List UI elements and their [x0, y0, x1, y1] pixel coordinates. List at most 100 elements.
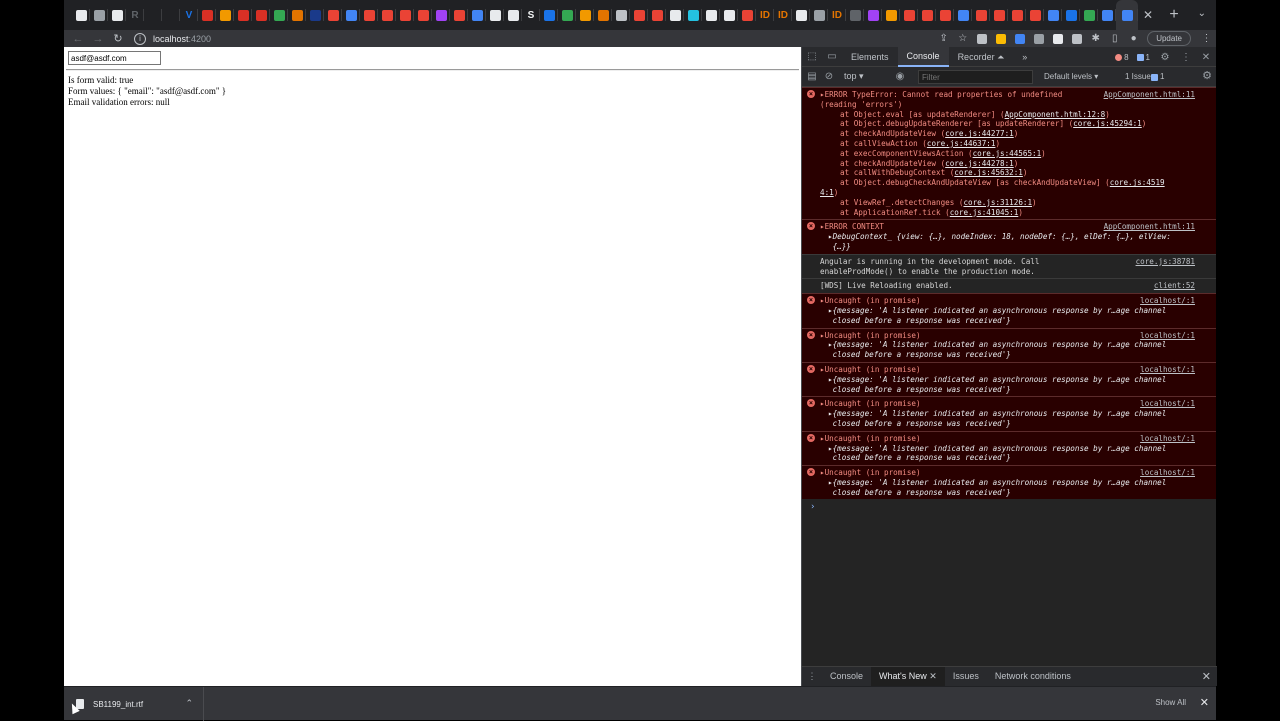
stack-frame-link[interactable]: core.js:45294:1	[1073, 119, 1142, 128]
object-preview[interactable]: closed before a response was received'}	[820, 385, 1198, 395]
browser-tab[interactable]	[504, 0, 522, 30]
new-tab-button[interactable]: +	[1164, 6, 1184, 24]
object-preview[interactable]: ▸DebugContext_ {view: {…}, nodeIndex: 18…	[820, 232, 1198, 242]
object-preview[interactable]: ▸{message: 'A listener indicated an asyn…	[820, 306, 1198, 316]
back-button[interactable]: ←	[68, 33, 88, 45]
extension-icon[interactable]	[972, 30, 991, 47]
browser-tab[interactable]	[360, 0, 378, 30]
object-preview[interactable]: ▸{message: 'A listener indicated an asyn…	[820, 478, 1198, 488]
issue-count-badge[interactable]: 1	[1136, 53, 1150, 62]
drawer-tab-console[interactable]: Console	[822, 667, 871, 686]
browser-tab[interactable]	[594, 0, 612, 30]
tab-elements[interactable]: Elements	[842, 47, 898, 67]
browser-tab[interactable]	[972, 0, 990, 30]
browser-tab[interactable]	[558, 0, 576, 30]
stack-frame-link[interactable]: core.js:44565:1	[973, 149, 1042, 158]
browser-tab[interactable]	[468, 0, 486, 30]
profile-icon[interactable]: ●	[1124, 30, 1143, 47]
browser-tab[interactable]	[108, 0, 126, 30]
browser-tab[interactable]	[702, 0, 720, 30]
browser-tab[interactable]	[1044, 0, 1062, 30]
message-source-link[interactable]: localhost/:1	[1140, 468, 1195, 478]
message-source-link[interactable]: AppComponent.html:11	[1104, 222, 1195, 232]
stack-frame-link[interactable]: core.js:44278:1	[945, 159, 1014, 168]
device-toggle-icon[interactable]: ▭	[822, 51, 842, 62]
message-source-link[interactable]: localhost/:1	[1140, 434, 1195, 444]
close-shelf-icon[interactable]: ✕	[1200, 696, 1209, 709]
object-preview[interactable]: {…}}	[820, 242, 1198, 252]
drawer-tab-issues[interactable]: Issues	[945, 667, 987, 686]
devtools-menu-icon[interactable]: ⋮	[1180, 52, 1192, 63]
reload-button[interactable]: ↻	[108, 32, 128, 45]
browser-tab[interactable]	[630, 0, 648, 30]
close-drawer-icon[interactable]: ✕	[1202, 670, 1211, 683]
browser-tab[interactable]	[1098, 0, 1116, 30]
chevron-up-icon[interactable]: ⌃	[185, 698, 193, 709]
message-source-link[interactable]: localhost/:1	[1140, 365, 1195, 375]
browser-tab[interactable]	[288, 0, 306, 30]
browser-tab[interactable]	[864, 0, 882, 30]
close-tab-icon[interactable]: ✕	[1140, 8, 1156, 22]
object-preview[interactable]: ▸{message: 'A listener indicated an asyn…	[820, 340, 1198, 350]
browser-tab[interactable]	[900, 0, 918, 30]
object-preview[interactable]: ▸{message: 'A listener indicated an asyn…	[820, 375, 1198, 385]
show-all-button[interactable]: Show All	[1155, 698, 1186, 707]
browser-tab[interactable]	[342, 0, 360, 30]
browser-tab[interactable]	[990, 0, 1008, 30]
browser-tab[interactable]: ID	[774, 0, 792, 30]
message-source-link[interactable]: core.js:38781	[1136, 257, 1195, 267]
stack-frame-link[interactable]: core.js:44637:1	[927, 139, 996, 148]
object-preview[interactable]: closed before a response was received'}	[820, 350, 1198, 360]
download-item[interactable]: SB1199_int.rtf ⌃	[64, 687, 204, 721]
extension-icon[interactable]	[1029, 30, 1048, 47]
browser-tab[interactable]	[738, 0, 756, 30]
stack-frame-link[interactable]: core.js:4519	[1110, 178, 1165, 187]
address-bar[interactable]: i localhost:4200	[134, 30, 964, 47]
email-field[interactable]	[68, 51, 161, 65]
tab-recorder[interactable]: Recorder ⏶	[949, 47, 1014, 67]
console-settings-gear-icon[interactable]: ⚙	[1202, 69, 1212, 82]
drawer-tab-network-conditions[interactable]: Network conditions	[987, 667, 1079, 686]
object-preview[interactable]: ▸{message: 'A listener indicated an asyn…	[820, 409, 1198, 419]
issues-badge[interactable]: 1	[1151, 70, 1164, 84]
context-selector[interactable]: top ▾	[844, 71, 864, 82]
browser-tab[interactable]	[954, 0, 972, 30]
browser-tab[interactable]	[792, 0, 810, 30]
browser-tab[interactable]	[198, 0, 216, 30]
browser-tab[interactable]	[1062, 0, 1080, 30]
browser-tab[interactable]	[486, 0, 504, 30]
browser-tab[interactable]: ID	[828, 0, 846, 30]
object-preview[interactable]: closed before a response was received'}	[820, 488, 1198, 498]
bookmark-star-icon[interactable]: ☆	[953, 30, 972, 47]
live-expression-eye-icon[interactable]: ◉	[890, 71, 910, 82]
browser-tab[interactable]	[72, 0, 90, 30]
browser-tab[interactable]	[162, 0, 180, 30]
log-levels-dropdown[interactable]: Default levels ▾	[1044, 70, 1098, 84]
stack-frame-link[interactable]: core.js:44277:1	[945, 129, 1014, 138]
message-source-link[interactable]: client:52	[1154, 281, 1195, 291]
browser-tab[interactable]	[90, 0, 108, 30]
console-prompt[interactable]: ›	[802, 499, 1216, 513]
browser-tab[interactable]: ID	[756, 0, 774, 30]
settings-gear-icon[interactable]: ⚙	[1158, 52, 1172, 63]
browser-tab[interactable]	[810, 0, 828, 30]
forward-button[interactable]: →	[88, 33, 108, 45]
message-source-link[interactable]: localhost/:1	[1140, 399, 1195, 409]
browser-tab[interactable]	[216, 0, 234, 30]
browser-tab[interactable]	[396, 0, 414, 30]
browser-tab[interactable]	[450, 0, 468, 30]
console-filter-input[interactable]	[918, 70, 1033, 84]
browser-tab[interactable]	[936, 0, 954, 30]
browser-tab[interactable]	[666, 0, 684, 30]
object-preview[interactable]: closed before a response was received'}	[820, 316, 1198, 326]
stack-frame-link[interactable]: core.js:31126:1	[963, 198, 1032, 207]
more-tabs-icon[interactable]: »	[1013, 47, 1036, 67]
browser-tab[interactable]	[720, 0, 738, 30]
error-count-badge[interactable]: 8	[1115, 53, 1129, 62]
extension-icon[interactable]	[1048, 30, 1067, 47]
stack-frame-link[interactable]: AppComponent.html:12:8	[1005, 110, 1106, 119]
browser-tab[interactable]	[576, 0, 594, 30]
extension-icon[interactable]	[1067, 30, 1086, 47]
drawer-menu-icon[interactable]: ⋮	[802, 671, 822, 682]
browser-tab[interactable]	[252, 0, 270, 30]
